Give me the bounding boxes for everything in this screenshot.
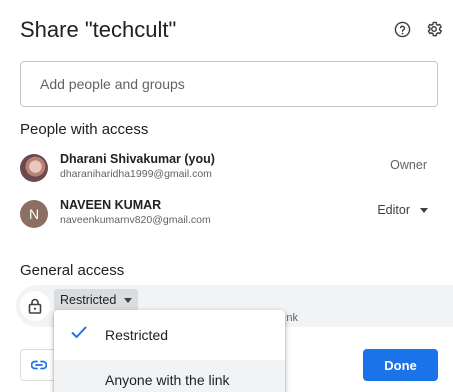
menu-item-restricted[interactable]: Restricted (54, 310, 285, 360)
person-row-owner: Dharani Shivakumar (you) dharaniharidha1… (20, 152, 438, 188)
general-access-selected: Restricted (60, 293, 117, 307)
people-with-access-heading: People with access (20, 121, 149, 138)
menu-item-anyone-with-link[interactable]: Anyone with the link (54, 360, 285, 392)
person-name: Dharani Shivakumar (you) (60, 152, 215, 166)
menu-item-label: Anyone with the link (105, 372, 230, 388)
person-email: dharaniharidha1999@gmail.com (60, 168, 212, 180)
dialog-title: Share "techcult" (20, 17, 177, 42)
settings-gear-icon[interactable] (425, 20, 443, 38)
caret-down-icon (124, 297, 133, 303)
checkmark-icon (70, 325, 88, 342)
add-people-input[interactable] (20, 61, 438, 107)
menu-item-label: Restricted (105, 327, 169, 343)
link-icon (30, 358, 48, 373)
general-access-heading: General access (20, 262, 125, 279)
copy-link-button[interactable] (20, 349, 58, 381)
role-dropdown[interactable]: Editor (377, 203, 428, 217)
avatar: N (20, 200, 48, 228)
caret-down-icon (420, 207, 428, 213)
person-email: naveenkumarnv820@gmail.com (60, 214, 211, 226)
person-role: Owner (390, 158, 427, 172)
help-icon[interactable] (393, 20, 411, 38)
header-actions (393, 20, 443, 38)
general-access-dropdown[interactable]: Restricted (54, 289, 139, 311)
lock-icon (20, 291, 50, 321)
person-name: NAVEEN KUMAR (60, 198, 162, 212)
done-button[interactable]: Done (363, 349, 438, 381)
access-options-menu: Restricted Anyone with the link (54, 310, 285, 392)
avatar (20, 154, 48, 182)
role-dropdown-label: Editor (377, 203, 410, 217)
person-row-editor: N NAVEEN KUMAR naveenkumarnv820@gmail.co… (20, 198, 438, 234)
